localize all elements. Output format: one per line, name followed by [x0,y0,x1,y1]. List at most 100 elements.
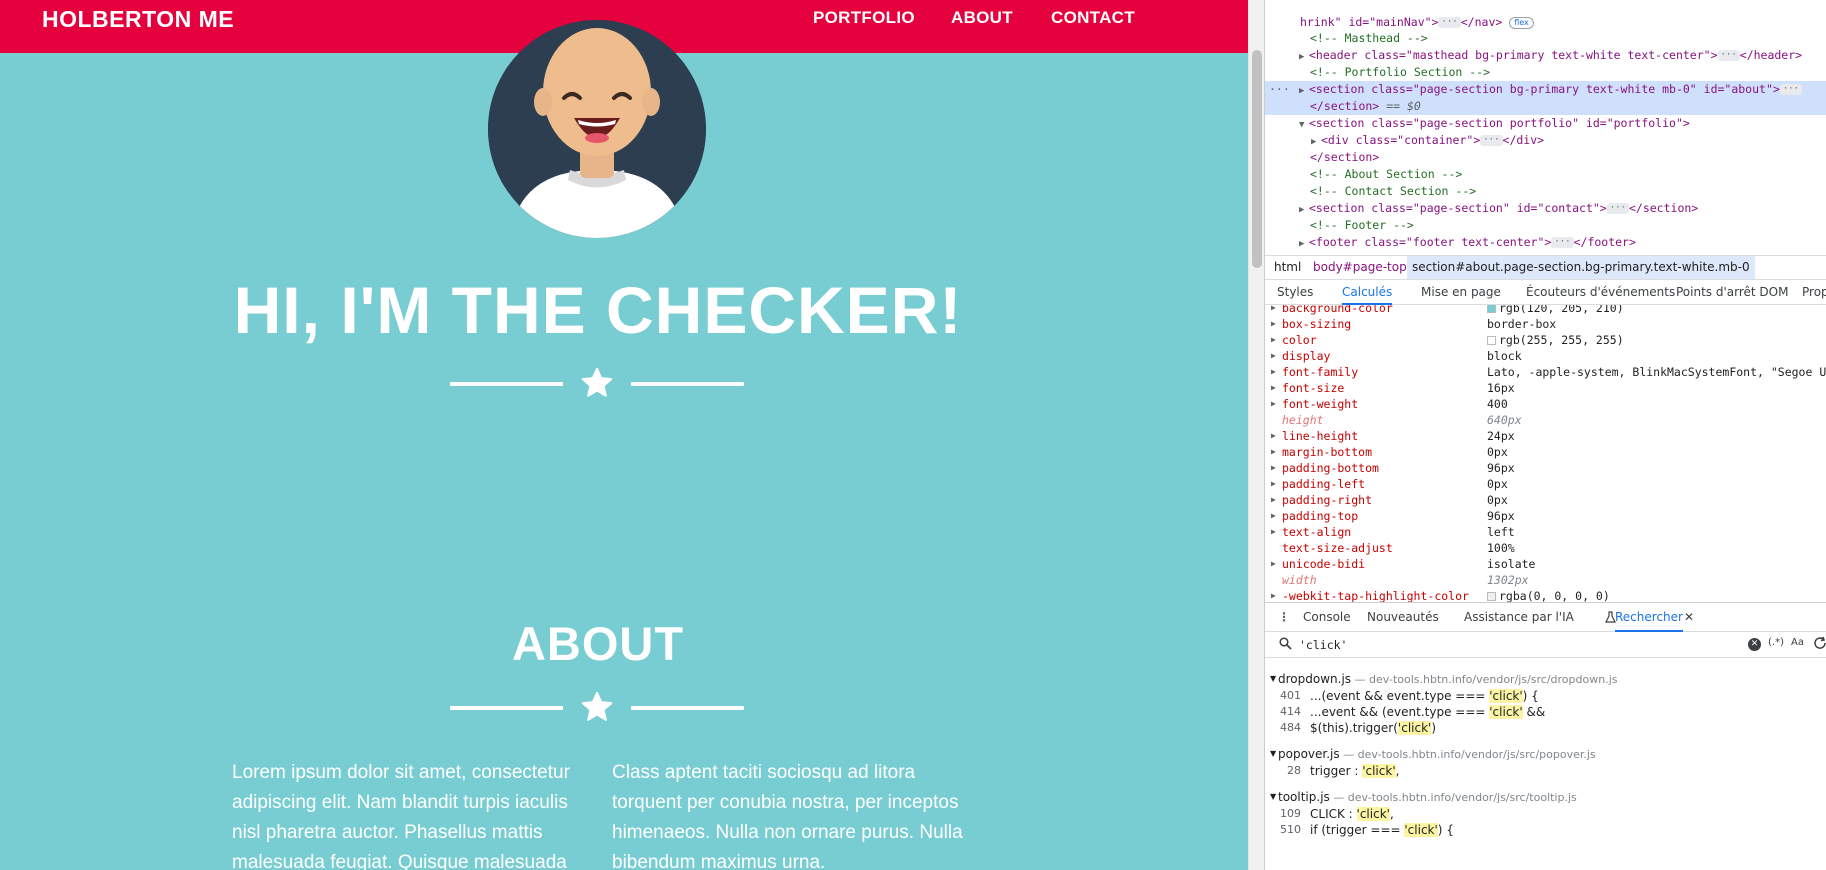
nav-link-portfolio[interactable]: PORTFOLIO [813,8,915,28]
computed-property-row[interactable]: ▶ unicode-bidi isolate [1265,556,1826,572]
dom-comment[interactable]: <!-- Contact Section --> [1265,183,1826,200]
tab-search[interactable]: Rechercher [1615,603,1683,632]
collapse-triangle-icon[interactable]: ▼ [1270,788,1276,806]
property-value: 1302px [1487,572,1529,588]
search-match-row[interactable]: 28 trigger : 'click', [1265,762,1826,780]
tab-whats-new[interactable]: Nouveautés [1367,603,1439,632]
computed-property-row[interactable]: ▶ padding-right 0px [1265,492,1826,508]
search-match-row[interactable]: 484 $(this).trigger('click') [1265,719,1826,737]
property-value: 24px [1487,428,1515,444]
dom-text: <!-- Contact Section --> [1310,184,1477,198]
flex-badge[interactable]: flex [1509,16,1534,29]
nav-link-about[interactable]: ABOUT [951,8,1013,28]
expand-triangle-icon[interactable]: ▶ [1271,316,1276,332]
close-icon[interactable]: ✕ [1684,603,1694,632]
computed-property-row[interactable]: ▶ color rgb(255, 255, 255) [1265,332,1826,348]
computed-property-row[interactable]: ▶ padding-left 0px [1265,476,1826,492]
dom-comment[interactable]: <!-- Portfolio Section --> [1265,64,1826,81]
search-icon [1279,637,1292,650]
result-file-header[interactable]: ▼ tooltip.js — dev-tools.hbtn.info/vendor… [1265,788,1826,806]
computed-property-row[interactable]: ▶ text-align left [1265,524,1826,540]
computed-property-row[interactable]: ▶ margin-bottom 0px [1265,444,1826,460]
expand-triangle-icon[interactable]: ▶ [1271,428,1276,444]
expand-triangle-icon[interactable]: ▶ [1271,508,1276,524]
expand-triangle-icon[interactable]: ▶ [1271,380,1276,396]
dom-node-section-about[interactable]: ··· ▶ <section class="page-section bg-pri… [1265,81,1826,98]
dom-node-nav[interactable]: hrink" id="mainNav"> ··· </nav> flex [1265,14,1826,31]
search-match-row[interactable]: 510 if (trigger === 'click') { [1265,821,1826,839]
tab-console[interactable]: Console [1303,603,1351,632]
expand-triangle-icon[interactable]: ▶ [1271,556,1276,572]
result-file-header[interactable]: ▼ popover.js — dev-tools.hbtn.info/vendor… [1265,745,1826,763]
dom-node-section-portfolio[interactable]: ▼ <section class="page-section portfolio"… [1265,115,1826,132]
drawer-menu-icon[interactable]: ⋮ [1278,603,1290,632]
expand-triangle-icon[interactable]: ▶ [1271,305,1276,316]
expand-triangle-icon[interactable]: ▶ [1271,364,1276,380]
dom-comment[interactable]: <!-- Footer --> [1265,217,1826,234]
result-file-header[interactable]: ▼ dropdown.js — dev-tools.hbtn.info/vendo… [1265,670,1826,688]
ellipsis-badge[interactable]: ··· [1779,84,1803,95]
tab-dom-breakpoints[interactable]: Points d'arrêt DOM [1676,280,1788,305]
computed-property-row[interactable]: ▶ background-color rgb(120, 205, 210) [1265,305,1826,316]
nav-link-contact[interactable]: CONTACT [1051,8,1135,28]
tab-styles[interactable]: Styles [1277,280,1313,305]
computed-property-row[interactable]: ▶ padding-bottom 96px [1265,460,1826,476]
scroll-thumb[interactable] [1252,50,1262,268]
collapse-triangle-icon[interactable]: ▼ [1270,670,1276,688]
expand-triangle-icon[interactable]: ▶ [1271,396,1276,412]
expand-triangle-icon[interactable]: ▶ [1271,332,1276,348]
tab-properties[interactable]: Propriétés [1802,280,1826,305]
tab-event-listeners[interactable]: Écouteurs d'événements [1526,280,1675,305]
computed-property-row[interactable]: width 1302px [1265,572,1826,588]
computed-property-row[interactable]: ▶ font-weight 400 [1265,396,1826,412]
expand-triangle-icon[interactable]: ▶ [1271,588,1276,602]
dom-node-section-about-close[interactable]: </section> == $0 [1265,98,1826,115]
breadcrumb-body[interactable]: body#page-top [1313,256,1407,279]
tab-computed[interactable]: Calculés [1342,280,1393,305]
ellipsis-badge[interactable]: ··· [1717,50,1740,61]
computed-property-row[interactable]: height 640px [1265,412,1826,428]
breadcrumb-section[interactable]: section#about.page-section.bg-primary.te… [1407,256,1755,279]
ellipsis-badge[interactable]: ··· [1480,135,1503,146]
collapse-triangle-icon[interactable]: ▼ [1270,745,1276,763]
expand-triangle-icon[interactable]: ▶ [1299,236,1309,253]
dom-node-header[interactable]: ▶ <header class="masthead bg-primary text… [1265,47,1826,64]
regex-toggle[interactable]: (.*) [1768,637,1784,648]
page-scrollbar[interactable] [1248,0,1264,870]
dom-node-section-contact[interactable]: ▶ <section class="page-section" id="conta… [1265,200,1826,217]
color-swatch[interactable] [1487,336,1496,345]
computed-property-row[interactable]: ▶ font-size 16px [1265,380,1826,396]
match-case-toggle[interactable]: Aa [1791,637,1804,648]
expand-triangle-icon[interactable]: ▶ [1271,524,1276,540]
dom-comment[interactable]: <!-- Masthead --> [1265,30,1826,47]
computed-property-row[interactable]: ▶ display block [1265,348,1826,364]
dom-node-footer[interactable]: ▶ <footer class="footer text-center"> ··· <… [1265,234,1826,251]
computed-property-row[interactable]: ▶ font-family Lato, -apple-system, BlinkMa… [1265,364,1826,380]
clear-search-icon[interactable]: ✕ [1748,638,1761,651]
computed-property-row[interactable]: ▶ -webkit-tap-highlight-color rgba(0, 0, 0… [1265,588,1826,602]
computed-property-row[interactable]: ▶ padding-top 96px [1265,508,1826,524]
ellipsis-badge[interactable]: ··· [1551,237,1574,248]
dom-comment[interactable]: <!-- About Section --> [1265,166,1826,183]
dom-node-container[interactable]: ▶ <div class="container"> ··· </div> [1265,132,1826,149]
refresh-icon[interactable] [1813,636,1826,650]
expand-triangle-icon[interactable]: ▶ [1271,348,1276,364]
computed-property-row[interactable]: text-size-adjust 100% [1265,540,1826,556]
color-swatch[interactable] [1487,305,1496,313]
color-swatch[interactable] [1487,592,1496,601]
computed-property-row[interactable]: ▶ line-height 24px [1265,428,1826,444]
computed-property-row[interactable]: ▶ box-sizing border-box [1265,316,1826,332]
ellipsis-badge[interactable]: ··· [1606,203,1629,214]
brand-link[interactable]: HOLBERTON ME [42,6,234,33]
breadcrumb-html[interactable]: html [1274,256,1301,279]
expand-triangle-icon[interactable]: ▶ [1271,444,1276,460]
ellipsis-badge[interactable]: ··· [1438,17,1461,28]
node-menu-icon[interactable]: ··· [1269,81,1290,98]
tab-ai-assistance[interactable]: Assistance par l'IA [1464,603,1574,632]
expand-triangle-icon[interactable]: ▶ [1271,476,1276,492]
expand-triangle-icon[interactable]: ▶ [1271,492,1276,508]
expand-triangle-icon[interactable]: ▶ [1271,460,1276,476]
search-input[interactable] [1299,636,1689,654]
tab-layout[interactable]: Mise en page [1421,280,1501,305]
dom-node-section-close[interactable]: </section> [1265,149,1826,166]
